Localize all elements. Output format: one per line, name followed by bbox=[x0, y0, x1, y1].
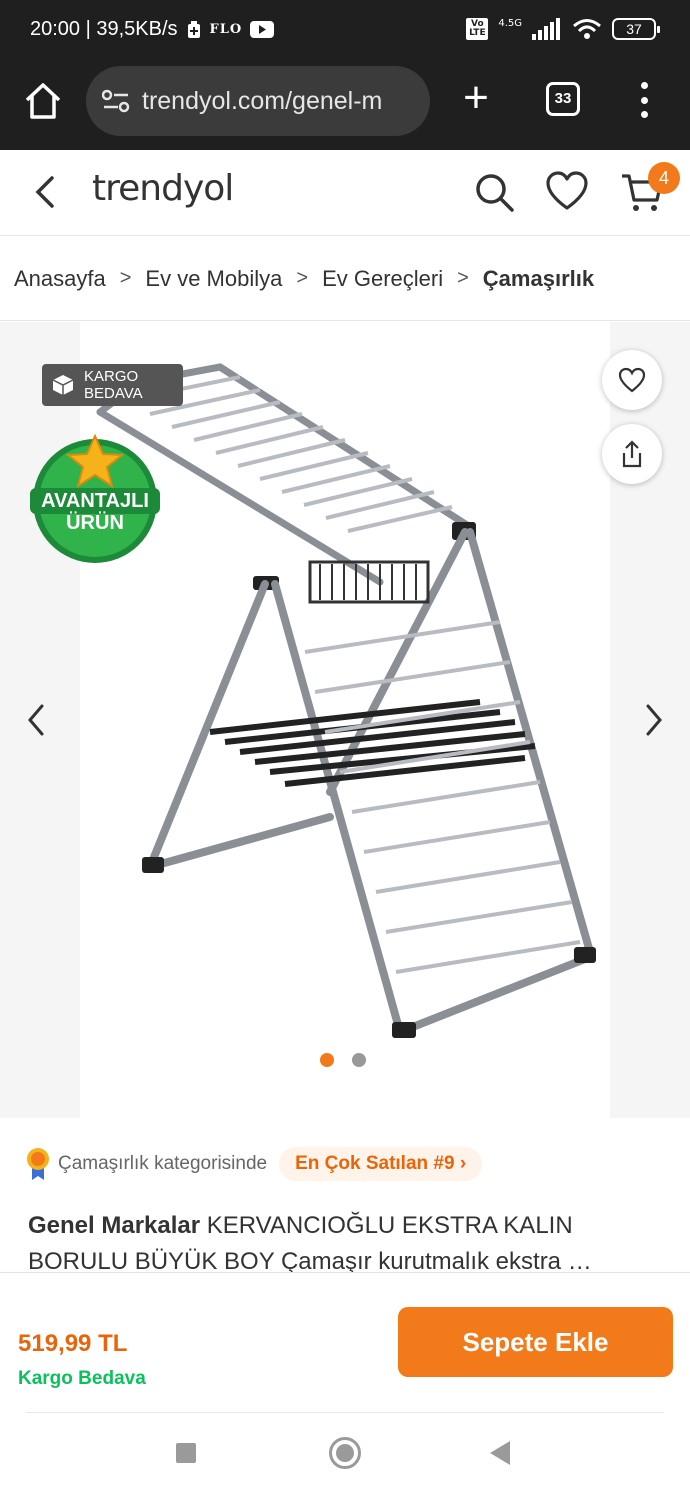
url-text: trendyol.com/genel-m bbox=[142, 86, 383, 115]
more-menu-icon[interactable] bbox=[634, 82, 654, 118]
advantage-badge-line2: ÜRÜN bbox=[66, 512, 124, 534]
youtube-icon bbox=[250, 21, 275, 38]
breadcrumb: Anasayfa > Ev ve Mobilya > Ev Gereçleri … bbox=[0, 237, 690, 321]
flo-app-icon: FLO bbox=[209, 22, 243, 37]
medal-icon bbox=[27, 1148, 49, 1180]
signal-icon bbox=[532, 18, 560, 40]
wifi-icon bbox=[573, 19, 601, 39]
advantage-product-badge: AVANTAJLI ÜRÜN bbox=[28, 433, 162, 568]
chevron-right-icon: > bbox=[457, 267, 469, 289]
product-title: Genel Markalar KERVANCIOĞLU EKSTRA KALIN… bbox=[28, 1208, 668, 1280]
trendyol-logo[interactable]: trendyol bbox=[92, 168, 234, 209]
chevron-right-icon: > bbox=[296, 267, 309, 289]
new-tab-icon[interactable]: + bbox=[458, 76, 494, 120]
recents-icon[interactable] bbox=[176, 1443, 196, 1463]
next-image-arrow[interactable] bbox=[642, 700, 666, 740]
best-seller-row: Çamaşırlık kategorisinde En Çok Satılan … bbox=[26, 1146, 483, 1182]
favorites-icon[interactable] bbox=[545, 170, 589, 214]
status-left: 20:00 | 39,5KB/s FLO bbox=[30, 18, 275, 41]
breadcrumb-item-home[interactable]: Anasayfa bbox=[14, 266, 106, 292]
battery-saver-icon bbox=[187, 20, 200, 38]
site-settings-icon[interactable] bbox=[102, 89, 130, 113]
back-nav-icon[interactable] bbox=[490, 1441, 510, 1465]
gallery-pagination bbox=[320, 1053, 366, 1067]
kargo-badge-line1: KARGO bbox=[84, 368, 139, 385]
volte-icon: Vo LTE bbox=[466, 18, 489, 40]
status-right: Vo LTE 4.5G 37 bbox=[466, 17, 660, 40]
product-price: 519,99 TL bbox=[18, 1330, 128, 1357]
breadcrumb-item-home-furniture[interactable]: Ev ve Mobilya bbox=[145, 266, 282, 292]
free-shipping-badge: KARGO BEDAVA bbox=[42, 364, 183, 406]
home-icon[interactable] bbox=[22, 80, 64, 122]
advantage-badge-line1: AVANTAJLI bbox=[41, 490, 149, 512]
heart-icon bbox=[618, 367, 646, 393]
previous-image-arrow[interactable] bbox=[24, 700, 48, 740]
add-to-cart-button[interactable]: Sepete Ekle bbox=[398, 1307, 673, 1377]
free-shipping-text: Kargo Bedava bbox=[18, 1368, 146, 1389]
chevron-right-icon bbox=[646, 704, 662, 736]
search-icon[interactable] bbox=[472, 170, 516, 214]
url-bar[interactable]: trendyol.com/genel-m bbox=[86, 66, 430, 136]
share-icon bbox=[622, 440, 642, 468]
best-seller-label: En Çok Satılan #9 bbox=[295, 1153, 455, 1174]
add-favorite-button[interactable] bbox=[602, 350, 662, 410]
app-header: trendyol bbox=[0, 150, 690, 236]
kargo-badge-line2: BEDAVA bbox=[84, 385, 143, 402]
share-button[interactable] bbox=[602, 424, 662, 484]
pagination-dot-active[interactable] bbox=[320, 1053, 334, 1067]
home-nav-icon[interactable] bbox=[329, 1437, 361, 1469]
category-text: Çamaşırlık kategorisinde bbox=[58, 1153, 268, 1174]
network-type: 4.5G bbox=[498, 17, 522, 29]
breadcrumb-item-home-goods[interactable]: Ev Gereçleri bbox=[322, 266, 443, 292]
status-time-speed: 20:00 | 39,5KB/s bbox=[30, 18, 178, 40]
tab-switcher-button[interactable]: 33 bbox=[546, 82, 580, 116]
box-icon bbox=[52, 375, 74, 395]
chevron-left-icon bbox=[28, 704, 44, 736]
product-brand[interactable]: Genel Markalar bbox=[28, 1212, 200, 1239]
chevron-right-icon: > bbox=[119, 267, 132, 289]
system-navigation-bar bbox=[0, 1413, 690, 1495]
breadcrumb-current[interactable]: Çamaşırlık bbox=[483, 266, 594, 292]
browser-toolbar: trendyol.com/genel-m + 33 bbox=[0, 62, 690, 150]
battery-icon: 37 bbox=[612, 18, 660, 40]
status-bar: 20:00 | 39,5KB/s FLO Vo LTE 4.5G 37 bbox=[0, 0, 690, 62]
pagination-dot[interactable] bbox=[352, 1053, 366, 1067]
back-arrow-icon[interactable] bbox=[30, 174, 60, 210]
cart-count-badge: 4 bbox=[648, 162, 680, 194]
best-seller-link[interactable]: En Çok Satılan #9 › bbox=[279, 1147, 483, 1181]
